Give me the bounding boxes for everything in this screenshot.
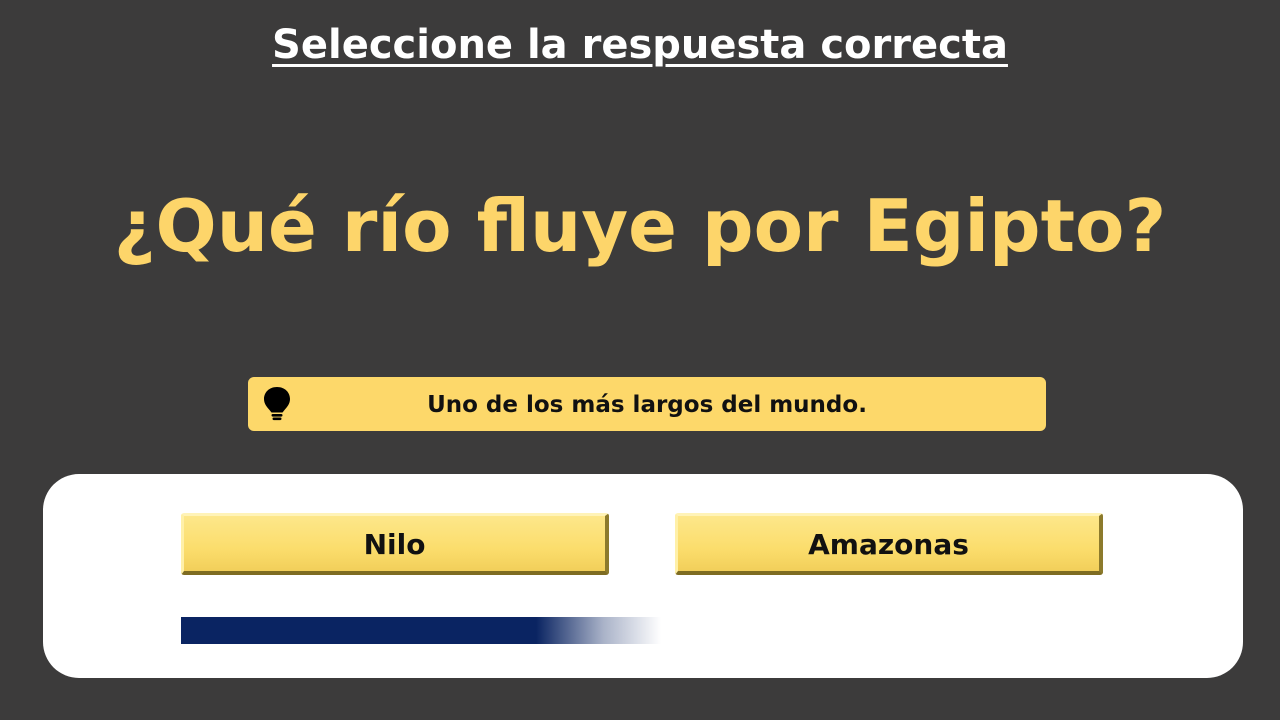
instruction-heading: Seleccione la respuesta correcta (272, 22, 1008, 68)
timer-bar (181, 617, 661, 644)
answer-button-amazonas[interactable]: Amazonas (675, 513, 1103, 575)
hint-text: Uno de los más largos del mundo. (427, 392, 867, 418)
answer-button-nilo[interactable]: Nilo (181, 513, 609, 575)
hint-bar: Uno de los más largos del mundo. (248, 377, 1046, 431)
answers-panel (43, 474, 1243, 678)
timer-bar-fill (181, 617, 661, 644)
question-text: ¿Qué río fluye por Egipto? (113, 184, 1167, 268)
